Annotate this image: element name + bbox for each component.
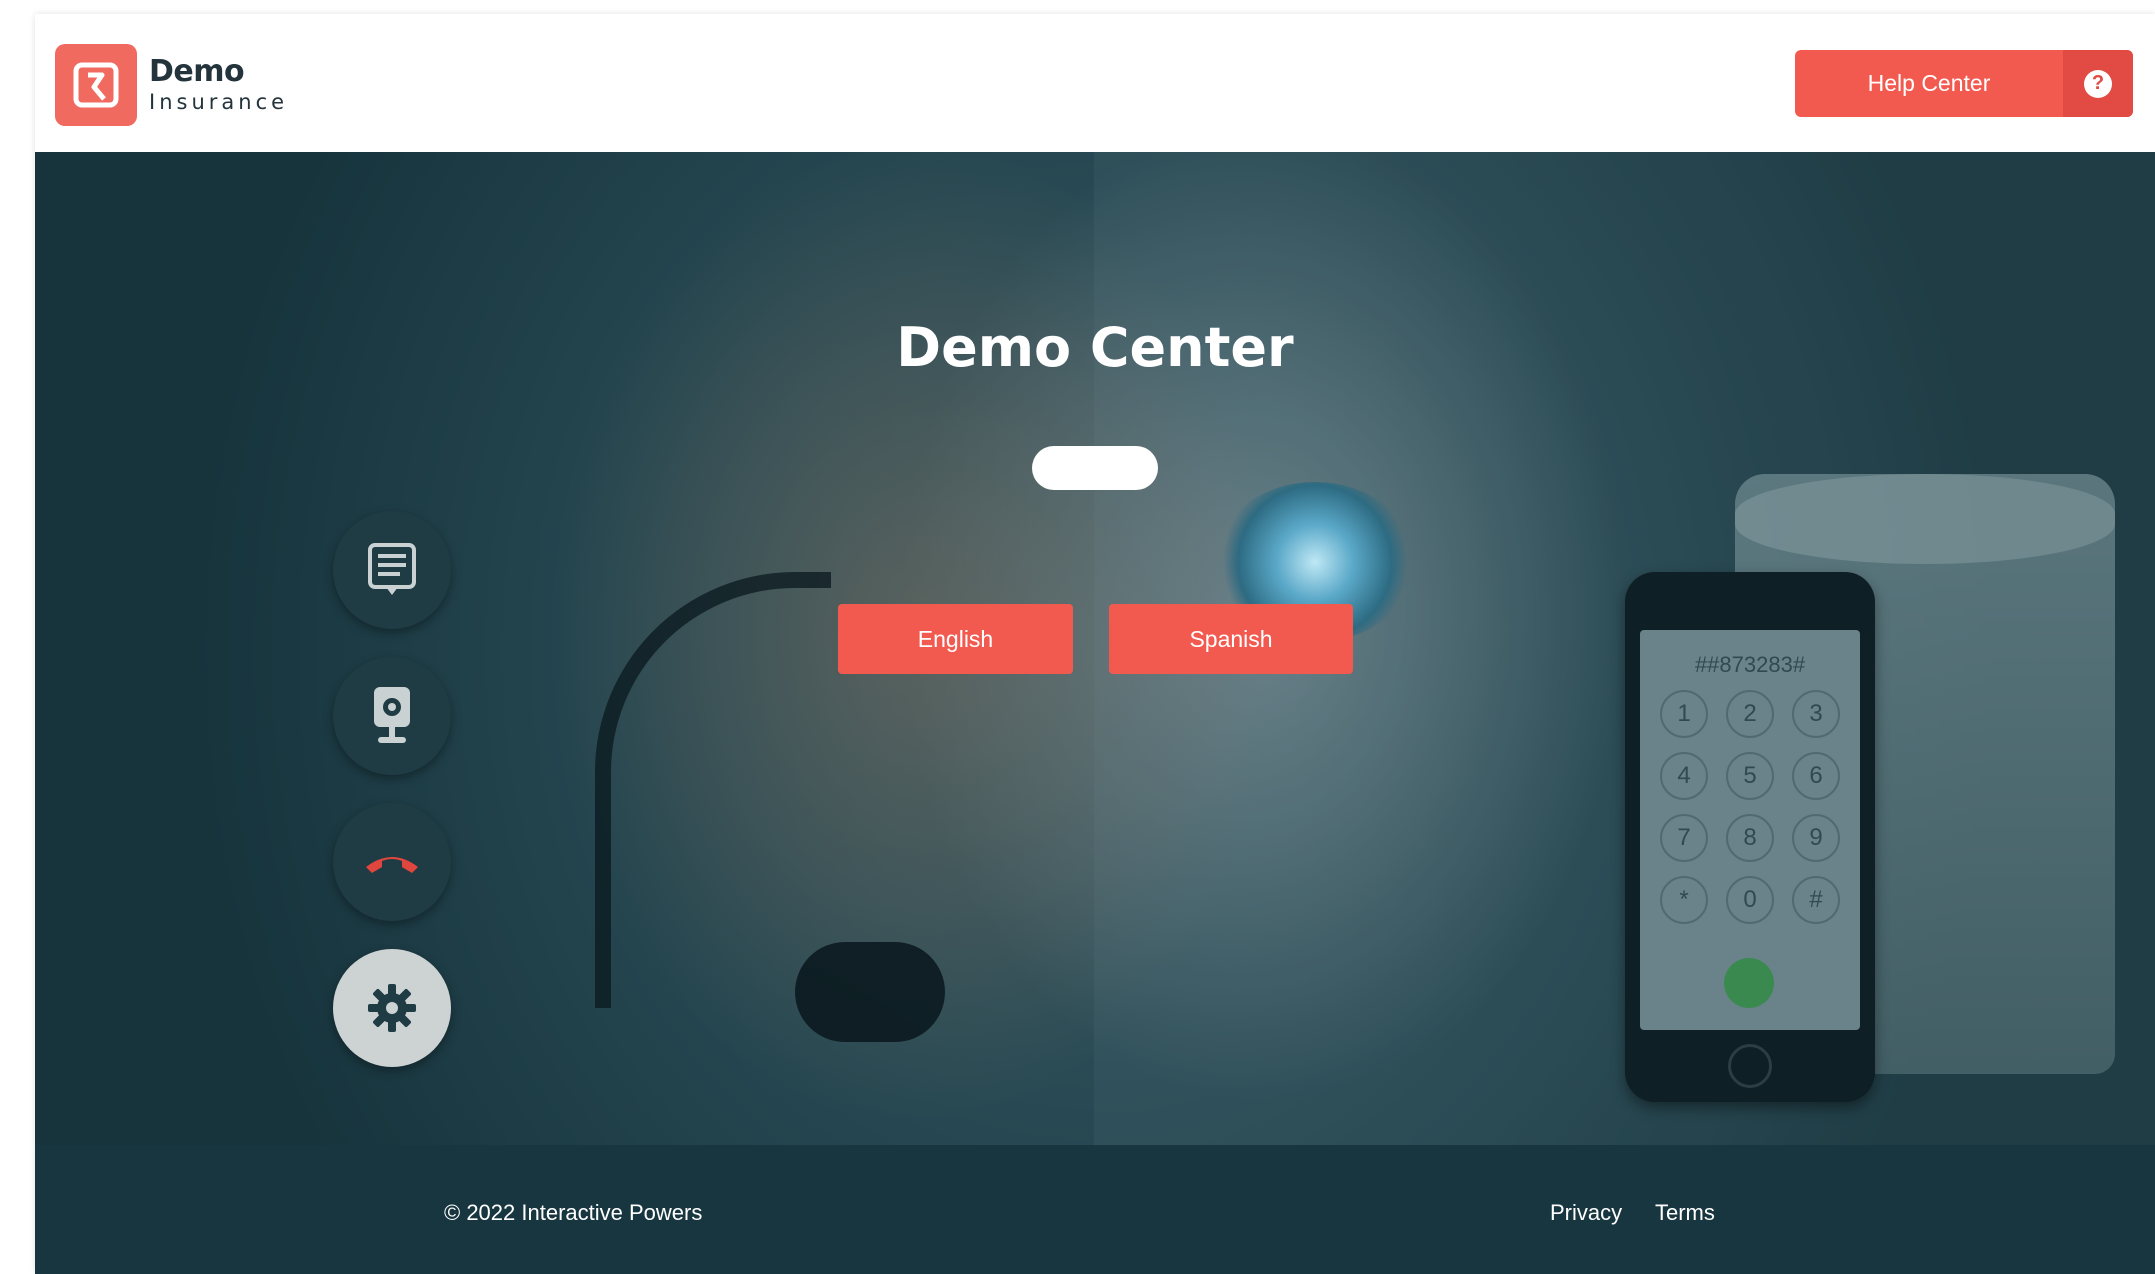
question-icon: ? — [2084, 69, 2112, 98]
app-frame: Demo Insurance Help Center ? Demo Center… — [35, 14, 2155, 1274]
footer: © 2022 Interactive Powers Privacy Terms — [35, 1145, 2155, 1274]
phone-screen: ##873283# 1 2 3 4 5 6 7 8 9 * 0 # — [1640, 630, 1860, 1030]
hangup-phone-icon — [366, 857, 418, 873]
spanish-button[interactable]: Spanish — [1109, 604, 1353, 674]
headset-illustration — [595, 572, 831, 1008]
help-icon-container: ? — [2063, 50, 2133, 117]
phone-key: 6 — [1792, 752, 1840, 800]
phone-key: 1 — [1660, 690, 1708, 738]
phone-key: 7 — [1660, 814, 1708, 862]
phone-key: 0 — [1726, 876, 1774, 924]
phone-key: 9 — [1792, 814, 1840, 862]
chat-button[interactable] — [333, 511, 451, 629]
terms-link[interactable]: Terms — [1655, 1200, 1715, 1226]
chat-icon — [368, 543, 416, 595]
phone-key: 8 — [1726, 814, 1774, 862]
video-button[interactable] — [333, 657, 451, 775]
gear-icon — [368, 984, 416, 1032]
page-title: Demo Center — [896, 316, 1294, 379]
phone-key: 2 — [1726, 690, 1774, 738]
status-pill — [1032, 446, 1158, 490]
phone-key: 4 — [1660, 752, 1708, 800]
privacy-link[interactable]: Privacy — [1550, 1200, 1622, 1226]
copyright-text: © 2022 Interactive Powers — [444, 1200, 703, 1225]
webcam-icon — [374, 687, 410, 743]
hangup-button[interactable] — [333, 803, 451, 921]
phone-call-icon — [1724, 958, 1774, 1008]
phone-key: 5 — [1726, 752, 1774, 800]
english-button[interactable]: English — [838, 604, 1073, 674]
phone-key: * — [1660, 876, 1708, 924]
phone-key: 3 — [1792, 690, 1840, 738]
hero-section: Demo Center English Spanish ##873283# 1 … — [35, 152, 2155, 1145]
logo-icon — [73, 62, 119, 108]
phone-key: # — [1792, 876, 1840, 924]
phone-home-button — [1728, 1044, 1772, 1088]
phone-dialed-number: ##873283# — [1694, 652, 1806, 677]
brand-subtitle: Insurance — [149, 90, 289, 114]
header: Demo Insurance Help Center ? — [35, 14, 2155, 152]
help-center-button[interactable]: Help Center ? — [1795, 50, 2133, 117]
brand-logo[interactable] — [55, 44, 137, 126]
smartphone-illustration: ##873283# 1 2 3 4 5 6 7 8 9 * 0 # — [1625, 572, 1875, 1102]
speaker-top — [1735, 474, 2115, 564]
brand-name: Demo — [149, 54, 245, 89]
microphone-illustration — [795, 942, 945, 1042]
help-center-label: Help Center — [1867, 70, 1991, 96]
settings-button[interactable] — [333, 949, 451, 1067]
